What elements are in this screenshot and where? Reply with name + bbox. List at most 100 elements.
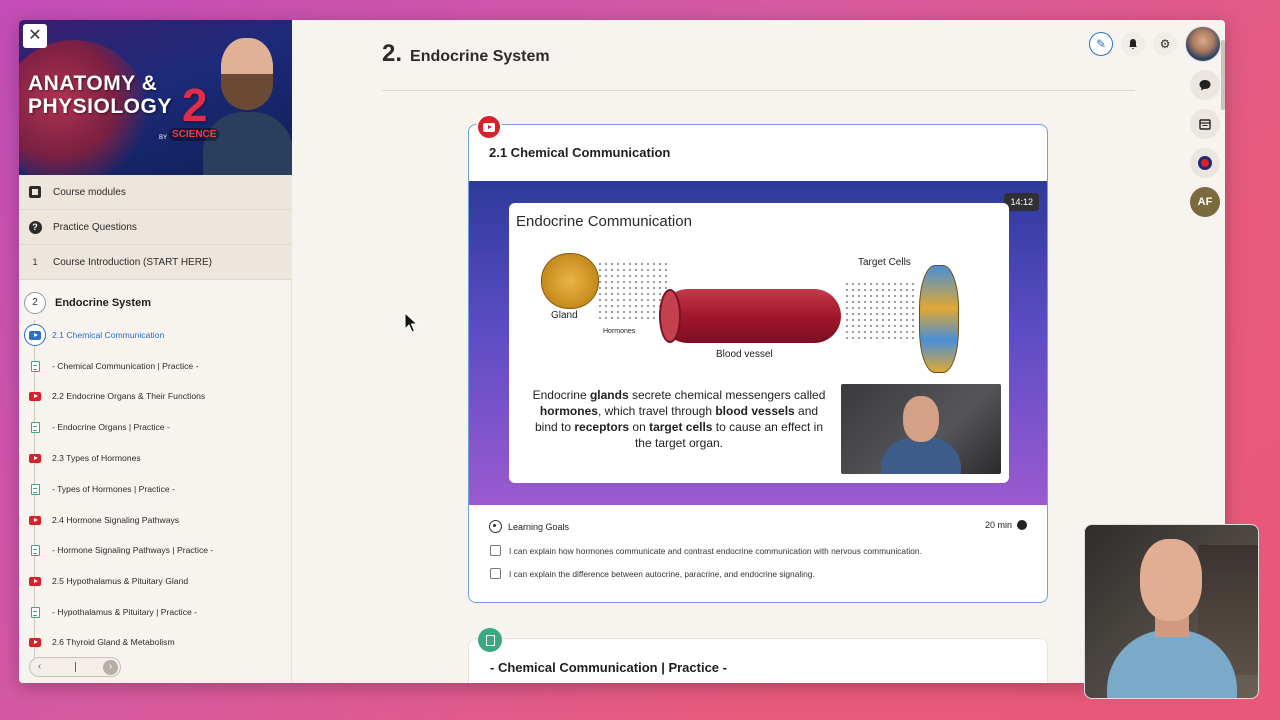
divider (382, 90, 1135, 91)
section-number: 2. (382, 40, 403, 67)
app-window: ANATOMY & PHYSIOLOGY 2 BY SCIENCE ✕ Cour… (19, 20, 1225, 683)
gland-label: Gland (551, 310, 578, 321)
sidebar-item-label: Practice Questions (53, 221, 137, 233)
vessel-end (659, 289, 681, 343)
lesson-item[interactable]: 2.5 Hypothalamus & Pituitary Gland (19, 570, 292, 592)
goal-item: I can explain how hormones communicate a… (490, 545, 922, 556)
section-title: Endocrine System (410, 48, 550, 65)
pencil-icon[interactable]: ✎ (1089, 32, 1113, 56)
lesson-label: 2.4 Hormone Signaling Pathways (52, 515, 180, 525)
sidebar-item-practice-questions[interactable]: ? Practice Questions (19, 210, 292, 245)
target-cells-label: Target Cells (858, 257, 911, 268)
calendar-icon[interactable] (1190, 109, 1220, 139)
chevron-right-icon[interactable]: › (103, 659, 118, 675)
sidebar-item-course-modules[interactable]: Course modules (19, 175, 292, 210)
document-badge-icon (478, 628, 502, 652)
chat-icon[interactable] (1190, 70, 1220, 100)
lesson-label: 2.2 Endocrine Organs & Their Functions (52, 391, 206, 401)
practice-title[interactable]: - Chemical Communication | Practice - (490, 660, 727, 675)
video-icon (29, 515, 41, 525)
instructor-pip (841, 384, 1001, 474)
video-badge-icon (476, 114, 502, 140)
gear-icon[interactable]: ⚙ (1153, 32, 1177, 56)
sidebar-item-label: Course Introduction (START HERE) (53, 256, 212, 268)
lesson-item[interactable]: - Endocrine Organs | Practice - (19, 416, 292, 438)
lesson-title[interactable]: 2.1 Chemical Communication (489, 145, 670, 160)
document-icon (30, 544, 40, 556)
goal-checkbox[interactable] (490, 545, 501, 556)
lesson-card: 2.1 Chemical Communication 14:12 Endocri… (468, 124, 1048, 603)
document-icon (30, 606, 40, 618)
brand-logo: SCIENCE (169, 128, 220, 141)
video-icon (29, 330, 41, 340)
slide-caption: Endocrine glands secrete chemical messen… (532, 388, 826, 450)
avatar[interactable] (1185, 26, 1221, 62)
hormone-dots-right (844, 281, 914, 341)
bell-icon[interactable] (1121, 32, 1145, 56)
video-icon (29, 391, 41, 401)
lesson-item[interactable]: 2.2 Endocrine Organs & Their Functions (19, 385, 292, 407)
goal-text: I can explain how hormones communicate a… (509, 545, 922, 556)
target-icon (489, 520, 502, 533)
section-title: Endocrine System (55, 297, 151, 309)
learning-goals-header: Learning Goals (489, 520, 569, 533)
right-rail: AF (1189, 70, 1221, 217)
video-player[interactable]: 14:12 Endocrine Communication Gland Horm… (469, 181, 1047, 505)
module-number: 1 (32, 257, 38, 267)
app-icon[interactable] (1190, 148, 1220, 178)
vessel-label: Blood vessel (716, 349, 773, 360)
course-title: ANATOMY & PHYSIOLOGY (28, 72, 172, 118)
lesson-item-active[interactable]: 2.1 Chemical Communication (19, 324, 292, 346)
lesson-label: - Chemical Communication | Practice - (52, 361, 199, 371)
lesson-item[interactable]: - Hormone Signaling Pathways | Practice … (19, 539, 292, 561)
goal-item: I can explain the difference between aut… (490, 568, 815, 579)
sidebar-item-course-introduction[interactable]: 1 Course Introduction (START HERE) (19, 245, 292, 280)
lesson-label: - Hormone Signaling Pathways | Practice … (52, 545, 214, 555)
hormone-dots (597, 261, 667, 321)
blood-vessel-illustration (661, 289, 841, 343)
presenter-webcam (1084, 524, 1259, 699)
lesson-item[interactable]: - Chemical Communication | Practice - (19, 355, 292, 377)
chevron-left-icon[interactable]: ‹ (32, 660, 47, 675)
video-icon (29, 453, 41, 463)
document-icon (30, 483, 40, 495)
lesson-label: - Endocrine Organs | Practice - (52, 422, 170, 432)
sidebar-pager: ‹ › (29, 657, 121, 677)
sidebar-section-endocrine[interactable]: 2 Endocrine System (19, 285, 292, 321)
goals-duration: 20 min (985, 520, 1027, 530)
goal-text: I can explain the difference between aut… (509, 568, 815, 579)
goal-checkbox[interactable] (490, 568, 501, 579)
close-button[interactable]: ✕ (23, 24, 47, 48)
sidebar-item-label: Course modules (53, 186, 126, 198)
banner-by: BY (159, 135, 168, 141)
top-toolbar: ✎ ⚙ (1089, 26, 1221, 62)
clock-icon (1017, 520, 1027, 530)
modules-icon (29, 186, 41, 198)
video-icon (29, 637, 41, 647)
user-initials-avatar[interactable]: AF (1190, 187, 1220, 217)
lesson-label: 2.3 Types of Hormones (52, 453, 141, 463)
video-slide: Endocrine Communication Gland Hormones B… (509, 203, 1009, 483)
pager-divider (74, 662, 76, 672)
course-sidebar: ANATOMY & PHYSIOLOGY 2 BY SCIENCE ✕ Cour… (19, 20, 292, 683)
mouse-cursor-icon (404, 312, 418, 333)
lesson-item[interactable]: 2.3 Types of Hormones (19, 447, 292, 469)
practice-card[interactable]: - Chemical Communication | Practice - (468, 638, 1048, 683)
lesson-item[interactable]: - Types of Hormones | Practice - (19, 478, 292, 500)
lesson-label: - Hypothalamus & Pituitary | Practice - (52, 607, 198, 617)
learning-goals-label: Learning Goals (508, 521, 570, 532)
lesson-label: 2.5 Hypothalamus & Pituitary Gland (52, 576, 189, 586)
scrollbar[interactable] (1221, 40, 1225, 110)
lesson-item[interactable]: - Hypothalamus & Pituitary | Practice - (19, 601, 292, 623)
gland-illustration (541, 253, 599, 309)
lesson-label: - Types of Hormones | Practice - (52, 484, 175, 494)
video-duration: 14:12 (1004, 193, 1039, 211)
video-icon (29, 576, 41, 586)
lesson-item[interactable]: 2.6 Thyroid Gland & Metabolism (19, 631, 292, 653)
hormones-label: Hormones (603, 328, 636, 335)
slide-title: Endocrine Communication (516, 213, 692, 230)
lesson-item[interactable]: 2.4 Hormone Signaling Pathways (19, 509, 292, 531)
section-number: 2 (24, 292, 46, 314)
document-icon (30, 360, 40, 372)
lesson-label: 2.6 Thyroid Gland & Metabolism (52, 637, 175, 647)
